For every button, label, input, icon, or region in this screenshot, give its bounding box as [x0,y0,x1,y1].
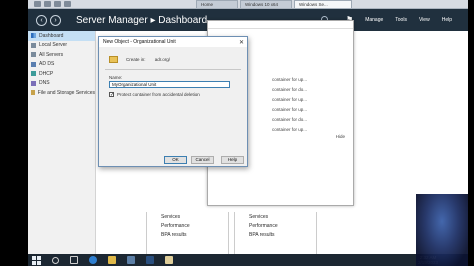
sidebar-item-label: All Servers [39,51,64,58]
folder-icon [109,56,118,63]
name-label: Name: [109,75,123,80]
background-text-line: container for up... [272,97,308,102]
sidebar-item-label: DNS [39,80,50,87]
tile-services-link[interactable]: Services [161,214,180,220]
dialog-title: New Object - Organizational Unit [103,39,176,45]
tile-bpa-link[interactable]: BPA results [161,232,186,238]
sidebar-item-label: Dashboard [39,32,64,39]
help-button[interactable]: Help [221,156,244,164]
forward-button[interactable]: › [50,14,61,26]
create-in-text: Create in: adr.org/ [126,57,170,62]
power-icon[interactable] [44,1,51,7]
menu-help[interactable]: Help [442,17,452,23]
menu-manage[interactable]: Manage [365,17,383,23]
server-manager-icon[interactable] [127,256,135,264]
host-tab-home[interactable]: Home [196,0,238,8]
dashboard-icon [31,33,36,39]
sidebar-item-label: File and Storage Services [37,89,95,96]
tile-performance-link[interactable]: Performance [249,223,278,229]
taskbar: 2:32 AM 2/19/2023 [28,254,468,266]
background-text-line: container for do... [272,117,308,122]
background-text-line: container for do... [272,87,308,92]
tile-performance-link[interactable]: Performance [161,223,190,229]
sidebar-item-file-storage[interactable]: File and Storage Services [28,88,95,98]
cancel-button[interactable]: Cancel [191,156,214,164]
menu-view[interactable]: View [419,17,430,23]
snapshot-icon[interactable] [54,1,61,7]
background-text-line: container for up... [272,127,308,132]
ad-users-icon[interactable] [165,256,173,264]
sidebar-item-label: AD DS [39,61,55,68]
sidebar-item-all-servers[interactable]: All Servers [28,50,95,60]
sidebar-item-ad-ds[interactable]: AD DS [28,60,95,70]
home-icon[interactable] [34,1,41,7]
protect-checkbox[interactable]: ✓ [109,92,114,98]
dialog-divider [105,69,241,70]
host-tab-windows-server[interactable]: Windows Se... [294,0,352,8]
sidebar-item-label: DHCP [39,70,54,77]
all-servers-icon [31,52,36,58]
protect-checkbox-label: Protect container from accidental deleti… [117,92,200,97]
file-explorer-icon[interactable] [108,256,116,264]
page-title: Server Manager ▸ Dashboard [76,14,208,26]
search-icon[interactable] [52,256,59,264]
create-in-label: Create in: [126,57,146,62]
edge-icon[interactable] [89,256,97,264]
sidebar-item-dashboard[interactable]: Dashboard [28,31,95,41]
host-tab-windows-10[interactable]: Windows 10 x64 [240,0,292,8]
sidebar-item-dns[interactable]: DNS [28,79,95,89]
left-black-bar [0,0,28,266]
sidebar-item-label: Local Server [39,42,68,49]
local-server-icon [31,42,36,48]
new-ou-dialog: New Object - Organizational Unit ✕ Creat… [98,36,248,167]
background-window-titlebar [208,21,353,29]
tile-badge [151,214,159,219]
sidebar-item-local-server[interactable]: Local Server [28,41,95,51]
menu-tools[interactable]: Tools [395,17,407,23]
dhcp-icon [31,71,36,77]
tile-bpa-link[interactable]: BPA results [249,232,274,238]
ok-button[interactable]: OK [164,156,187,164]
dns-icon [31,80,36,86]
powershell-icon[interactable] [146,256,154,264]
sidebar: Dashboard Local Server All Servers AD DS… [28,31,96,254]
host-tab-strip: Home Windows 10 x64 Windows Se... [28,0,468,9]
file-storage-icon [31,90,35,96]
hide-link[interactable]: Hide [336,134,345,139]
task-view-icon[interactable] [70,256,78,264]
ad-ds-icon [31,61,36,67]
settings-icon[interactable] [64,1,71,7]
menu-bar: Manage Tools View Help [365,17,468,23]
create-in-value: adr.org/ [154,57,171,62]
tile-services-link[interactable]: Services [249,214,268,220]
host-toolbar [28,1,196,7]
close-button[interactable]: ✕ [236,39,247,46]
dialog-titlebar: New Object - Organizational Unit ✕ [99,37,247,47]
protect-checkbox-row[interactable]: ✓ Protect container from accidental dele… [109,92,200,98]
sidebar-item-dhcp[interactable]: DHCP [28,69,95,79]
name-input[interactable] [109,81,230,88]
right-black-bar [468,0,474,266]
background-text-line: container for up... [272,107,308,112]
back-button[interactable]: ‹ [36,14,47,26]
windows-start-icon[interactable] [32,255,41,265]
webcam-overlay [416,194,468,266]
background-text-line: container for up... [272,77,308,82]
